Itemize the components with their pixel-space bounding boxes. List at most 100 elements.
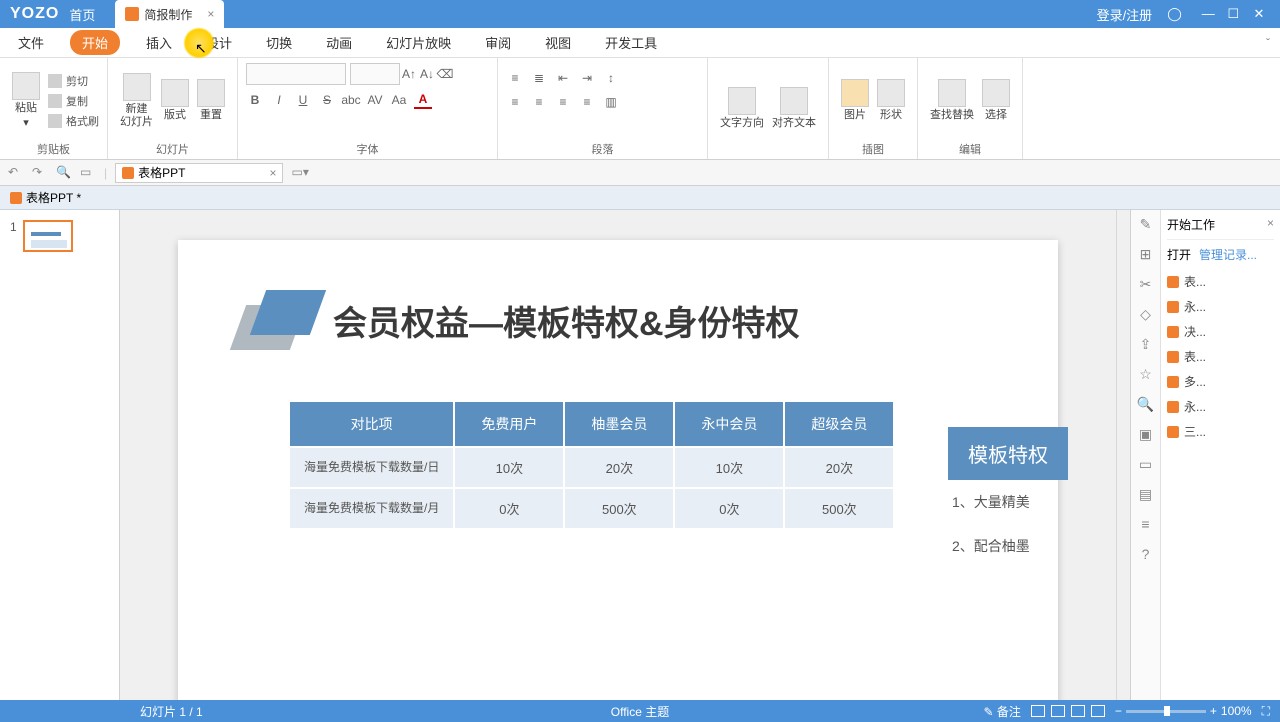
- columns-button[interactable]: ▥: [602, 93, 620, 111]
- zoom-slider[interactable]: [1126, 710, 1206, 713]
- maximize-button[interactable]: ☐: [1227, 6, 1239, 22]
- zoom-value[interactable]: 100%: [1221, 704, 1252, 718]
- thumbnail-item[interactable]: 1: [10, 220, 109, 252]
- menu-design[interactable]: 设计: [198, 30, 240, 55]
- fit-window-button[interactable]: ⛶: [1262, 704, 1270, 719]
- app-tab[interactable]: 简报制作 ×: [115, 0, 224, 28]
- ruler-icon[interactable]: ✂: [1138, 276, 1154, 292]
- char-spacing-button[interactable]: AV: [366, 91, 384, 109]
- vertical-scrollbar[interactable]: [1116, 210, 1130, 700]
- page-setup-button[interactable]: ▭: [80, 165, 96, 181]
- change-case-button[interactable]: Aa: [390, 91, 408, 109]
- star-icon[interactable]: ☆: [1138, 366, 1154, 382]
- close-taskpane-icon[interactable]: ×: [1267, 216, 1274, 233]
- collapse-ribbon-icon[interactable]: ˇ: [1266, 36, 1270, 50]
- list-icon[interactable]: ≡: [1138, 516, 1154, 532]
- zoom-out-button[interactable]: −: [1115, 704, 1122, 718]
- menu-review[interactable]: 审阅: [477, 30, 519, 55]
- recent-file-item[interactable]: 三...: [1167, 423, 1274, 440]
- open-link[interactable]: 打开: [1167, 246, 1191, 263]
- align-left-button[interactable]: ≡: [506, 93, 524, 111]
- close-window-button[interactable]: ✕: [1253, 6, 1265, 22]
- search-icon[interactable]: 🔍: [1138, 396, 1154, 412]
- user-icon[interactable]: ◯: [1167, 6, 1182, 22]
- font-color-button[interactable]: A: [414, 91, 432, 109]
- slide-title[interactable]: 会员权益—模板特权&身份特权: [333, 296, 800, 345]
- comparison-table[interactable]: 对比项 免费用户 柚墨会员 永中会员 超级会员 海量免费模板下载数量/日 10次…: [288, 400, 895, 530]
- decrease-font-icon[interactable]: A↓: [418, 65, 436, 83]
- slide-canvas-area[interactable]: 会员权益—模板特权&身份特权 对比项 免费用户 柚墨会员 永中会员 超级会员 海…: [120, 210, 1116, 700]
- close-tab-icon[interactable]: ×: [207, 7, 214, 21]
- text-effect-button[interactable]: abc: [342, 91, 360, 109]
- normal-view-button[interactable]: [1031, 705, 1045, 717]
- menu-transition[interactable]: 切换: [258, 30, 300, 55]
- find-replace-button[interactable]: 查找替换: [926, 77, 978, 124]
- manage-records-link[interactable]: 管理记录...: [1199, 246, 1257, 263]
- strike-button[interactable]: S: [318, 91, 336, 109]
- help-icon[interactable]: ?: [1138, 546, 1154, 562]
- copy-button[interactable]: 复制: [48, 93, 99, 109]
- recent-file-item[interactable]: 永...: [1167, 298, 1274, 315]
- homepage-link[interactable]: 首页: [69, 5, 115, 24]
- login-link[interactable]: 登录/注册: [1097, 5, 1153, 24]
- tag-icon[interactable]: ◇: [1138, 306, 1154, 322]
- recent-file-item[interactable]: 多...: [1167, 373, 1274, 390]
- slide[interactable]: 会员权益—模板特权&身份特权 对比项 免费用户 柚墨会员 永中会员 超级会员 海…: [178, 240, 1058, 700]
- clipboard-icon[interactable]: ▭: [1138, 456, 1154, 472]
- zoom-in-button[interactable]: +: [1210, 704, 1217, 718]
- sorter-view-button[interactable]: [1051, 705, 1065, 717]
- reading-view-button[interactable]: [1071, 705, 1085, 717]
- cut-button[interactable]: 剪切: [48, 73, 99, 89]
- share-icon[interactable]: ⇪: [1138, 336, 1154, 352]
- minimize-button[interactable]: —: [1202, 6, 1214, 21]
- bookmark-icon[interactable]: ▣: [1138, 426, 1154, 442]
- line-spacing-button[interactable]: ↕: [602, 69, 620, 87]
- menu-slideshow[interactable]: 幻灯片放映: [378, 30, 459, 55]
- bullets-button[interactable]: ≡: [506, 69, 524, 87]
- format-painter-button[interactable]: 格式刷: [48, 113, 99, 129]
- indent-dec-button[interactable]: ⇤: [554, 69, 572, 87]
- close-doc-icon[interactable]: ×: [269, 166, 276, 180]
- redo-button[interactable]: ↷: [32, 165, 48, 181]
- font-size-combo[interactable]: [350, 63, 400, 85]
- align-center-button[interactable]: ≡: [530, 93, 548, 111]
- slideshow-view-button[interactable]: [1091, 705, 1105, 717]
- menu-insert[interactable]: 插入: [138, 30, 180, 55]
- layout-button[interactable]: 版式: [157, 77, 193, 124]
- recent-file-item[interactable]: 决...: [1167, 323, 1274, 340]
- menu-view[interactable]: 视图: [537, 30, 579, 55]
- menu-home[interactable]: 开始: [70, 30, 120, 55]
- new-doc-button[interactable]: ▭▾: [291, 165, 307, 181]
- new-slide-button[interactable]: 新建 幻灯片: [116, 71, 157, 131]
- recent-file-item[interactable]: 永...: [1167, 398, 1274, 415]
- font-family-combo[interactable]: [246, 63, 346, 85]
- settings-icon[interactable]: ⊞: [1138, 246, 1154, 262]
- indent-inc-button[interactable]: ⇥: [578, 69, 596, 87]
- shape-button[interactable]: 形状: [873, 77, 909, 124]
- increase-font-icon[interactable]: A↑: [400, 65, 418, 83]
- menu-animation[interactable]: 动画: [318, 30, 360, 55]
- align-text-button[interactable]: 对齐文本: [768, 85, 820, 132]
- numbering-button[interactable]: ≣: [530, 69, 548, 87]
- document-tab[interactable]: 表格PPT ×: [115, 163, 283, 183]
- template-icon[interactable]: ▤: [1138, 486, 1154, 502]
- clear-format-icon[interactable]: ⌫: [436, 65, 454, 83]
- underline-button[interactable]: U: [294, 91, 312, 109]
- pen-icon[interactable]: ✎: [1138, 216, 1154, 232]
- text-direction-button[interactable]: 文字方向: [716, 85, 768, 132]
- select-button[interactable]: 选择: [978, 77, 1014, 124]
- bold-button[interactable]: B: [246, 91, 264, 109]
- italic-button[interactable]: I: [270, 91, 288, 109]
- recent-file-item[interactable]: 表...: [1167, 273, 1274, 290]
- align-justify-button[interactable]: ≡: [578, 93, 596, 111]
- align-right-button[interactable]: ≡: [554, 93, 572, 111]
- picture-button[interactable]: 图片: [837, 77, 873, 124]
- notes-toggle[interactable]: ✎ 备注: [983, 703, 1020, 720]
- menu-developer[interactable]: 开发工具: [597, 30, 665, 55]
- zoom-control[interactable]: − + 100%: [1115, 704, 1252, 718]
- thumbnail-preview[interactable]: [23, 220, 73, 252]
- paste-button[interactable]: 粘贴 ▾: [8, 70, 44, 132]
- undo-button[interactable]: ↶: [8, 165, 24, 181]
- zoom-tool-button[interactable]: 🔍: [56, 165, 72, 181]
- recent-file-item[interactable]: 表...: [1167, 348, 1274, 365]
